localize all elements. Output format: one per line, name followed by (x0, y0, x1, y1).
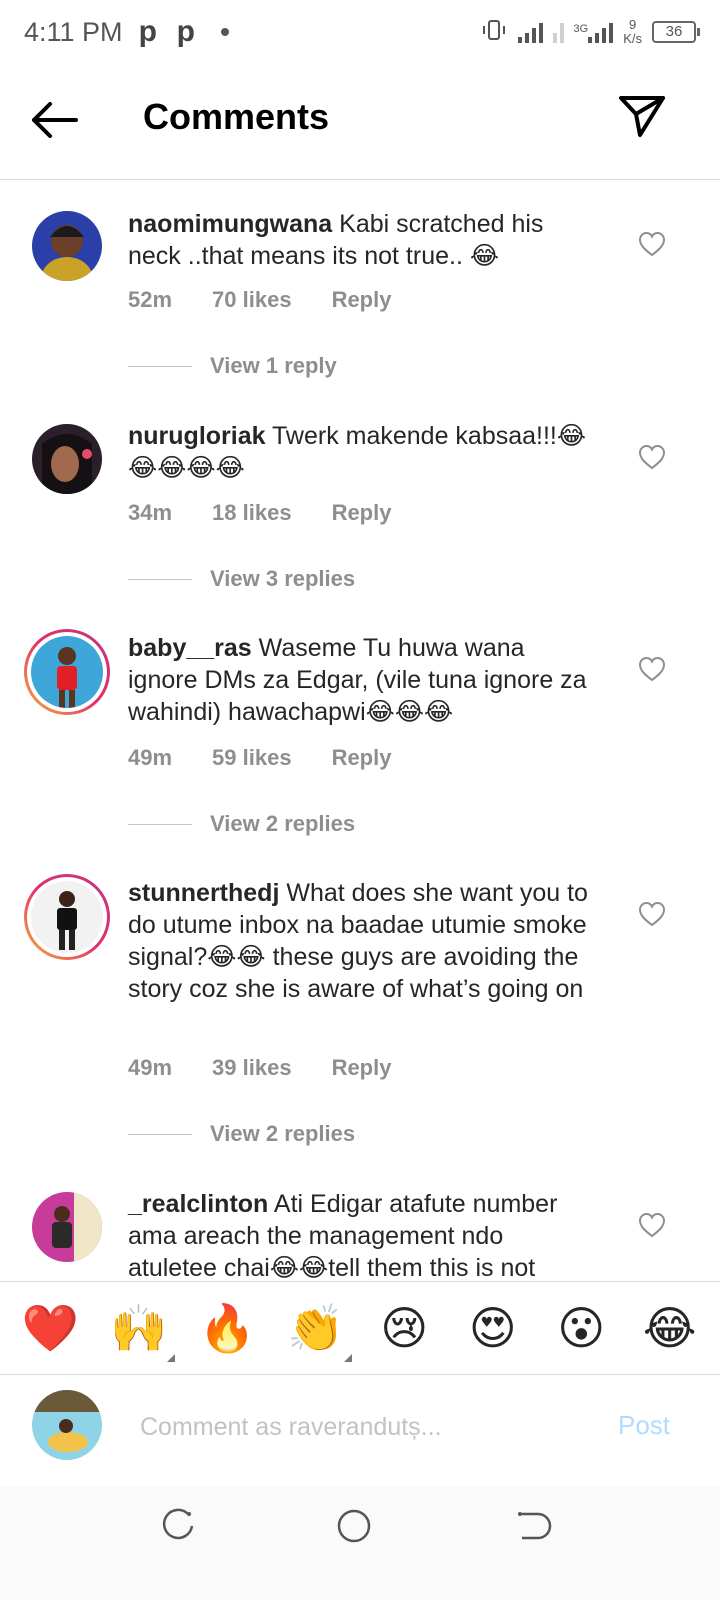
header: Comments (0, 64, 720, 180)
signal-icon (517, 21, 543, 43)
back-icon[interactable] (512, 1506, 552, 1546)
replies-divider (128, 1133, 192, 1135)
comment-body: _realclinton Ati Edigar atafute number a… (128, 1188, 598, 1281)
emoji-surprised-face[interactable]: 😮 (551, 1298, 611, 1358)
avatar-story-ring[interactable] (24, 874, 110, 960)
status-time: 4:11 PM (24, 16, 123, 47)
heart-icon[interactable] (638, 444, 666, 470)
heart-icon[interactable] (638, 231, 666, 257)
comment-body: stunnerthedj What does she want you to d… (128, 877, 598, 1005)
replies-divider (128, 823, 192, 825)
view-replies-button[interactable]: View 3 replies (128, 566, 355, 592)
comments-screen: 4:11 PM p p 3G 9 K/s 36 Comments naomimu… (0, 0, 720, 1600)
comment-likes[interactable]: 39 likes (212, 1055, 292, 1081)
view-replies-button[interactable]: View 2 replies (128, 1121, 355, 1147)
status-indicators: 3G 9 K/s 36 (480, 18, 700, 46)
comment-meta: 49m 39 likes Reply (128, 1055, 391, 1081)
view-replies-button[interactable]: View 1 reply (128, 353, 337, 379)
system-nav-bar (0, 1486, 720, 1600)
my-avatar (32, 1390, 102, 1460)
heart-icon[interactable] (638, 901, 666, 927)
net-speed: 9 K/s (623, 18, 642, 46)
heart-icon[interactable] (638, 656, 666, 682)
comment-body: nurugloriak Twerk makende kabsaa!!!😂😂😂😂😂 (128, 420, 598, 484)
emoji-clapping-hands-glyph: 👏 (287, 1302, 345, 1354)
reply-button[interactable]: Reply (332, 1055, 392, 1081)
network-type-group: 3G (574, 21, 614, 43)
recents-icon[interactable] (158, 1506, 198, 1546)
home-icon[interactable] (334, 1506, 374, 1546)
network-type: 3G (573, 23, 589, 35)
comment-username[interactable]: naomimungwana (128, 210, 332, 238)
comment-username[interactable]: stunnerthedj (128, 879, 279, 907)
signal-secondary-icon (552, 21, 564, 43)
comments-list[interactable]: naomimungwana Kabi scratched his neck ..… (0, 181, 720, 1281)
replies-divider (128, 365, 192, 367)
emoji-tears-of-joy[interactable]: 😂 (640, 1298, 700, 1358)
reply-button[interactable]: Reply (332, 500, 392, 526)
status-bar: 4:11 PM p p 3G 9 K/s 36 (0, 0, 720, 64)
avatar-story-ring[interactable] (24, 629, 110, 715)
back-arrow-icon[interactable] (30, 100, 80, 140)
battery-icon: 36 (652, 21, 700, 43)
emoji-heart-eyes[interactable]: 😍 (463, 1298, 523, 1358)
notification-p-icon: p (138, 15, 157, 48)
comment-likes[interactable]: 70 likes (212, 287, 292, 313)
notification-dot-icon (220, 28, 229, 36)
notification-p-icon: p (176, 15, 195, 48)
comment-time: 49m (128, 745, 173, 770)
view-replies-button[interactable]: View 2 replies (128, 811, 355, 837)
comment-composer: Post (0, 1376, 720, 1486)
skin-tone-indicator-icon (343, 1354, 352, 1362)
post-button[interactable]: Post (618, 1410, 670, 1441)
view-replies-label: View 3 replies (210, 566, 356, 591)
signal-3g-icon (588, 21, 614, 43)
avatar-ring-inner (27, 632, 107, 712)
page-title: Comments (143, 96, 330, 137)
emoji-fire[interactable]: 🔥 (197, 1298, 257, 1358)
comment-time: 34m (128, 500, 173, 525)
comment-meta: 49m 59 likes Reply (128, 745, 391, 771)
comment-input[interactable] (140, 1406, 580, 1448)
paper-plane-icon[interactable] (618, 94, 666, 138)
heart-icon[interactable] (638, 1212, 666, 1238)
comment-time: 49m (128, 1055, 173, 1080)
replies-divider (128, 578, 192, 580)
comment-meta: 52m 70 likes Reply (128, 287, 391, 313)
net-speed-unit: K/s (623, 31, 642, 46)
avatar-ring-inner (27, 877, 107, 957)
reply-button[interactable]: Reply (332, 287, 392, 313)
net-speed-value: 9 (628, 17, 637, 32)
comment-username[interactable]: _realclinton (128, 1190, 268, 1218)
comment-username[interactable]: nurugloriak (128, 422, 266, 450)
comment-likes[interactable]: 59 likes (212, 745, 292, 771)
avatar[interactable] (32, 1192, 102, 1262)
reply-button[interactable]: Reply (332, 745, 392, 771)
comment-meta: 34m 18 likes Reply (128, 500, 391, 526)
emoji-crying-face[interactable]: 😢 (374, 1298, 434, 1358)
comment-body: naomimungwana Kabi scratched his neck ..… (128, 208, 598, 272)
skin-tone-indicator-icon (166, 1354, 175, 1362)
avatar (31, 636, 103, 708)
view-replies-label: View 1 reply (210, 353, 337, 378)
vibrate-icon (480, 19, 508, 46)
comment-body: baby__ras Waseme Tu huwa wana ignore DMs… (128, 632, 598, 728)
emoji-raised-hands-glyph: 🙌 (110, 1302, 168, 1354)
emoji-red-heart[interactable]: ❤️ (20, 1298, 80, 1358)
avatar (31, 881, 103, 953)
view-replies-label: View 2 replies (210, 1121, 356, 1146)
avatar[interactable] (32, 211, 102, 281)
comment-username[interactable]: baby__ras (128, 634, 252, 662)
emoji-clapping-hands[interactable]: 👏 (286, 1298, 352, 1362)
emoji-raised-hands[interactable]: 🙌 (109, 1298, 175, 1362)
view-replies-label: View 2 replies (210, 811, 356, 836)
avatar[interactable] (32, 424, 102, 494)
emoji-quick-bar: ❤️ 🙌 🔥 👏 😢 😍 😮 😂 (0, 1281, 720, 1375)
comment-likes[interactable]: 18 likes (212, 500, 292, 526)
comment-time: 52m (128, 287, 173, 312)
